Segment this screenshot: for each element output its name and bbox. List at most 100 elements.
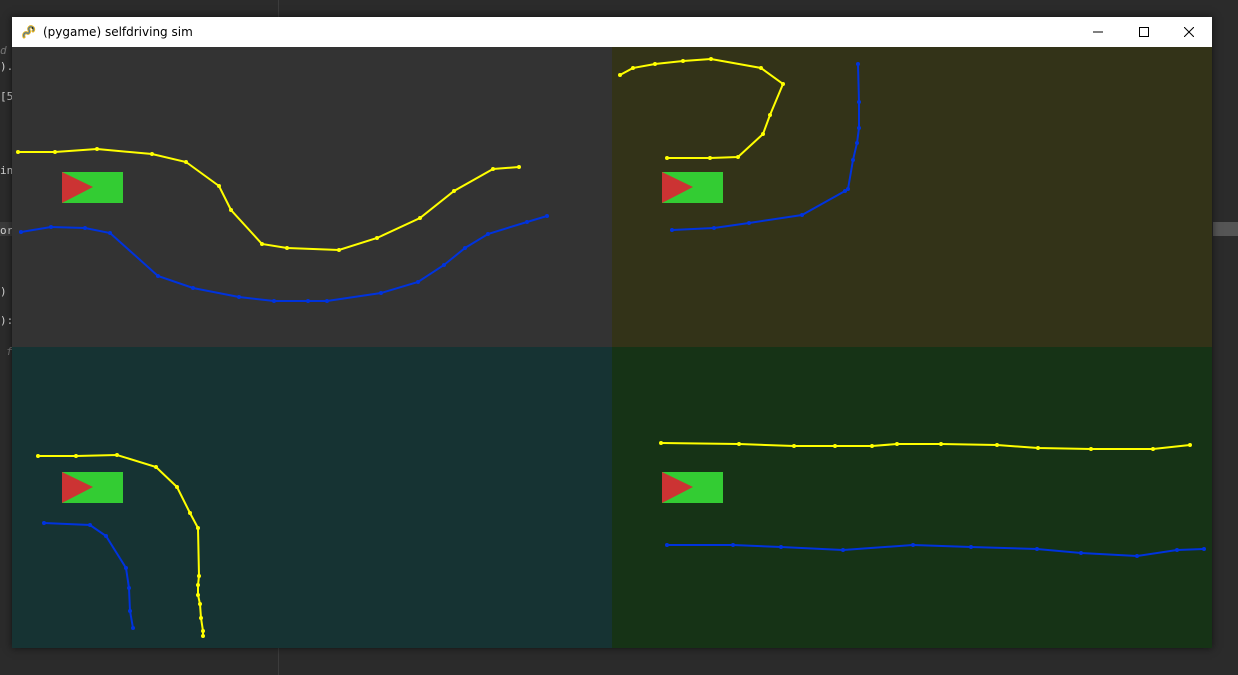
minimize-icon bbox=[1093, 27, 1103, 37]
simulation-canvas[interactable] bbox=[12, 47, 1212, 648]
right-boundary-point bbox=[856, 62, 860, 66]
right-boundary-point bbox=[1135, 554, 1139, 558]
panel-bottom-right bbox=[612, 347, 1212, 648]
left-boundary-point bbox=[709, 57, 713, 61]
right-boundary-point bbox=[1202, 547, 1206, 551]
left-boundary-point bbox=[870, 444, 874, 448]
right-boundary-point bbox=[42, 521, 46, 525]
left-boundary-point bbox=[665, 156, 669, 160]
right-boundary-point bbox=[843, 189, 847, 193]
right-boundary-point bbox=[463, 246, 467, 250]
left-boundary-point bbox=[833, 444, 837, 448]
left-boundary-point bbox=[768, 113, 772, 117]
editor-fragment: ) bbox=[0, 285, 7, 298]
right-boundary-point bbox=[747, 221, 751, 225]
right-boundary-point bbox=[83, 226, 87, 230]
left-boundary-point bbox=[217, 184, 221, 188]
editor-scroll-marker bbox=[1213, 222, 1238, 236]
left-boundary-point bbox=[196, 526, 200, 530]
right-boundary-point bbox=[1175, 548, 1179, 552]
left-boundary-point bbox=[1036, 446, 1040, 450]
left-boundary-point bbox=[188, 511, 192, 515]
right-boundary-point bbox=[1079, 551, 1083, 555]
left-boundary-point bbox=[736, 155, 740, 159]
left-boundary-point bbox=[16, 150, 20, 154]
left-boundary-point bbox=[285, 246, 289, 250]
right-boundary-point bbox=[19, 230, 23, 234]
left-boundary-point bbox=[1188, 443, 1192, 447]
right-boundary-point bbox=[127, 586, 131, 590]
right-boundary-point bbox=[104, 534, 108, 538]
right-boundary-point bbox=[156, 274, 160, 278]
left-boundary-point bbox=[995, 443, 999, 447]
left-boundary-point bbox=[201, 634, 205, 638]
left-boundary-point bbox=[759, 66, 763, 70]
left-boundary-point bbox=[197, 574, 201, 578]
car bbox=[662, 172, 723, 203]
left-boundary-point bbox=[452, 189, 456, 193]
right-boundary-point bbox=[306, 299, 310, 303]
right-boundary-point bbox=[800, 213, 804, 217]
right-boundary-point bbox=[857, 126, 861, 130]
right-boundary-point bbox=[108, 231, 112, 235]
pygame-window[interactable]: (pygame) selfdriving sim bbox=[12, 17, 1212, 648]
left-boundary-point bbox=[659, 441, 663, 445]
left-boundary-point bbox=[761, 132, 765, 136]
right-boundary-point bbox=[124, 566, 128, 570]
left-boundary-point bbox=[36, 454, 40, 458]
right-boundary-point bbox=[665, 543, 669, 547]
simulation-svg bbox=[12, 47, 1212, 648]
maximize-button[interactable] bbox=[1121, 17, 1167, 47]
left-boundary-point bbox=[198, 602, 202, 606]
car bbox=[662, 472, 723, 503]
right-boundary-point bbox=[191, 286, 195, 290]
left-boundary-point bbox=[375, 236, 379, 240]
left-boundary-point bbox=[618, 73, 622, 77]
right-boundary-point bbox=[857, 100, 861, 104]
right-boundary-point bbox=[712, 226, 716, 230]
minimize-button[interactable] bbox=[1075, 17, 1121, 47]
left-boundary-point bbox=[201, 629, 205, 633]
right-boundary-point bbox=[1035, 547, 1039, 551]
right-boundary-point bbox=[416, 280, 420, 284]
right-boundary-point bbox=[841, 548, 845, 552]
left-boundary-point bbox=[517, 165, 521, 169]
left-boundary-point bbox=[154, 465, 158, 469]
right-boundary-point bbox=[855, 141, 859, 145]
right-boundary-point bbox=[128, 609, 132, 613]
left-boundary-point bbox=[737, 442, 741, 446]
maximize-icon bbox=[1139, 27, 1149, 37]
right-boundary-point bbox=[545, 214, 549, 218]
right-boundary-point bbox=[379, 291, 383, 295]
car bbox=[62, 472, 123, 503]
window-titlebar[interactable]: (pygame) selfdriving sim bbox=[12, 17, 1212, 47]
left-boundary-point bbox=[53, 150, 57, 154]
close-button[interactable] bbox=[1166, 17, 1212, 47]
left-boundary-point bbox=[895, 442, 899, 446]
left-boundary-point bbox=[196, 593, 200, 597]
right-boundary-point bbox=[486, 232, 490, 236]
right-boundary-point bbox=[325, 299, 329, 303]
left-boundary-point bbox=[115, 453, 119, 457]
right-boundary-point bbox=[131, 626, 135, 630]
left-boundary-point bbox=[199, 616, 203, 620]
car bbox=[62, 172, 123, 203]
right-boundary-point bbox=[911, 543, 915, 547]
left-boundary-point bbox=[175, 485, 179, 489]
panel-top-left bbox=[12, 47, 612, 348]
close-icon bbox=[1184, 27, 1194, 37]
right-boundary-point bbox=[272, 299, 276, 303]
left-boundary-point bbox=[184, 160, 188, 164]
left-boundary-point bbox=[260, 242, 264, 246]
right-boundary-point bbox=[88, 523, 92, 527]
left-boundary-point bbox=[1089, 447, 1093, 451]
right-boundary-point bbox=[731, 543, 735, 547]
pygame-snake-icon bbox=[21, 24, 37, 40]
left-boundary-point bbox=[229, 208, 233, 212]
panel-bottom-left bbox=[12, 347, 612, 648]
left-boundary-point bbox=[681, 59, 685, 63]
right-boundary-point bbox=[670, 228, 674, 232]
panel-top-right bbox=[612, 47, 1212, 348]
right-boundary-point bbox=[779, 545, 783, 549]
left-boundary-point bbox=[337, 248, 341, 252]
